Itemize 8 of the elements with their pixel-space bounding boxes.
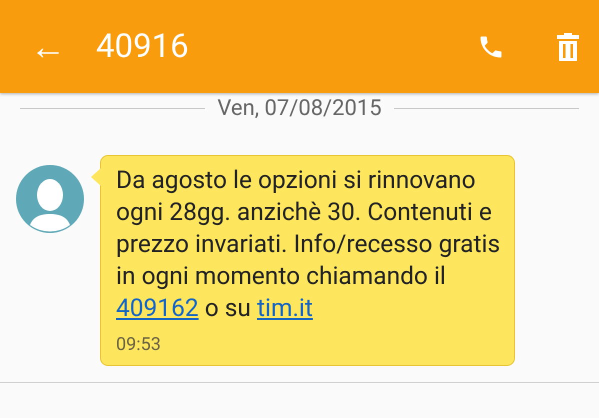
link[interactable]: 409162 <box>116 293 199 322</box>
contact-title: 40916 <box>96 27 190 66</box>
message-time: 09:53 <box>116 334 162 355</box>
delete-icon[interactable] <box>555 32 581 62</box>
avatar-icon[interactable] <box>16 165 84 233</box>
message-text: Da agosto le opzioni si rinnovano ogni 28gg. anzichè 30. Contenuti e prezzo invariati. Info/recesso gratis in ogni momento chiamando il 409162 o su tim.it <box>116 164 502 324</box>
link[interactable]: tim.it <box>256 293 313 322</box>
date-separator: Ven, 07/08/2015 <box>216 96 383 120</box>
